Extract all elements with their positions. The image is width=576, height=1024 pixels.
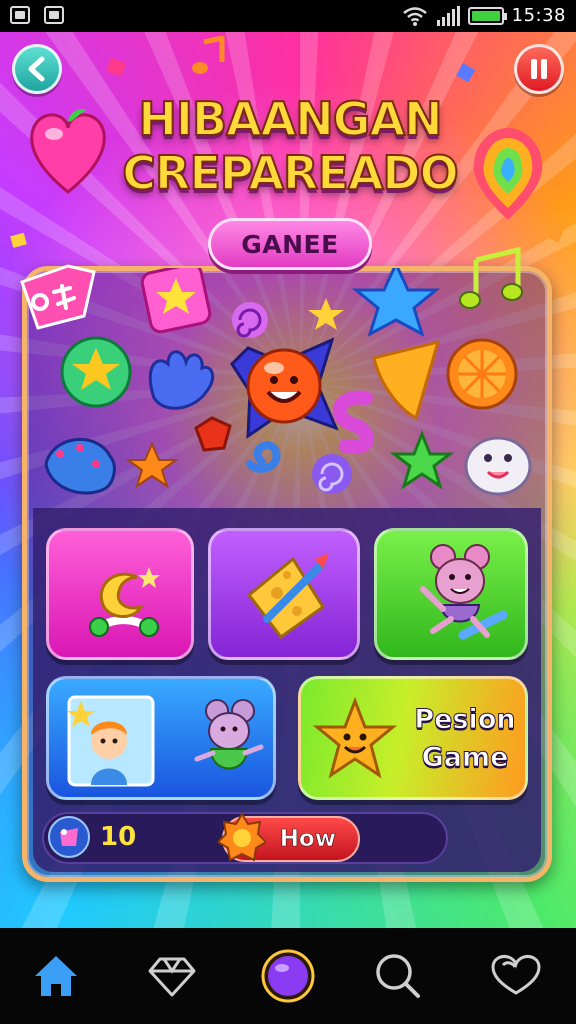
star-block-icon bbox=[140, 268, 212, 334]
menu-card-4[interactable] bbox=[46, 676, 276, 800]
search-icon bbox=[376, 954, 420, 998]
flower-badge-icon bbox=[218, 812, 266, 862]
confetti-icon bbox=[456, 63, 476, 83]
gem-icon bbox=[48, 816, 90, 858]
menu-card-1[interactable] bbox=[46, 528, 194, 660]
cheese-icon bbox=[246, 553, 329, 640]
game-subtitle-pill[interactable]: GANEE bbox=[208, 218, 372, 270]
pesion-game-label: Pesion Game bbox=[405, 701, 525, 777]
game-screen: 15:38 HIBAANGAN CREPAREADO GANEE Pesion … bbox=[0, 0, 576, 1024]
smiling-ball-icon bbox=[230, 337, 339, 439]
title-line-1: HIBAANGAN bbox=[137, 91, 443, 147]
menu-card-3[interactable] bbox=[374, 528, 528, 660]
music-note-icon bbox=[192, 36, 225, 74]
status-time: 15:38 bbox=[511, 5, 566, 26]
game-subtitle: GANEE bbox=[241, 229, 339, 259]
blue-fish-icon bbox=[44, 437, 116, 495]
confetti-icon bbox=[547, 226, 564, 243]
jelly-triangle-icon bbox=[372, 339, 441, 421]
pause-icon bbox=[531, 59, 547, 79]
battery-icon bbox=[467, 6, 507, 25]
nav-orb[interactable] bbox=[258, 946, 318, 1006]
menu-card-2[interactable] bbox=[208, 528, 360, 660]
diamond-icon bbox=[148, 957, 196, 997]
score-value: 10 bbox=[100, 822, 137, 852]
orange-slice-icon bbox=[446, 338, 518, 410]
back-button[interactable] bbox=[12, 44, 62, 94]
nav-search[interactable] bbox=[368, 946, 428, 1006]
bottom-nav bbox=[0, 928, 576, 1024]
characters-icon bbox=[67, 695, 264, 787]
game-title: HIBAANGAN CREPAREADO bbox=[100, 91, 480, 201]
image-icon bbox=[44, 6, 64, 24]
heart-decoration-icon bbox=[30, 109, 106, 194]
pause-button[interactable] bbox=[514, 44, 564, 94]
candy-field bbox=[44, 268, 532, 496]
chevron-left-icon bbox=[28, 56, 45, 82]
orange-star-icon bbox=[124, 441, 180, 489]
nav-heart[interactable] bbox=[486, 946, 546, 1006]
swirl-candy-icon bbox=[232, 302, 268, 338]
star-face-icon bbox=[313, 697, 397, 779]
red-gem-icon bbox=[194, 416, 232, 452]
orb-icon bbox=[261, 949, 315, 1003]
signal-icon bbox=[436, 5, 460, 26]
pesion-game-card[interactable]: Pesion Game bbox=[298, 676, 528, 800]
pink-swirl-icon bbox=[332, 390, 374, 454]
home-icon bbox=[35, 956, 77, 996]
nav-home[interactable] bbox=[26, 946, 86, 1006]
small-star-icon bbox=[308, 298, 344, 330]
gallery-icon bbox=[10, 6, 30, 24]
wifi-icon bbox=[402, 6, 427, 26]
status-bar: 15:38 bbox=[0, 0, 576, 32]
blue-glove-icon bbox=[148, 350, 215, 410]
rainbow-drop-icon bbox=[473, 128, 543, 220]
how-button-label: How bbox=[279, 826, 336, 853]
pesion-game-label-line-1: Pesion bbox=[414, 704, 516, 736]
moon-toy-icon bbox=[89, 567, 160, 637]
tag-icon[interactable] bbox=[14, 262, 100, 330]
confetti-icon bbox=[10, 232, 27, 248]
ghost-face-icon bbox=[464, 436, 532, 496]
title-line-2: CREPAREADO bbox=[121, 145, 459, 201]
blue-star-icon bbox=[351, 268, 441, 338]
blue-swirl-icon bbox=[246, 441, 281, 473]
confetti-icon bbox=[106, 57, 127, 77]
green-ball-icon bbox=[60, 336, 132, 408]
pesion-game-label-line-2: Game bbox=[421, 742, 509, 774]
heart-icon bbox=[491, 955, 541, 995]
nav-diamond[interactable] bbox=[142, 946, 202, 1006]
mouse-icon bbox=[420, 544, 507, 640]
purple-swirl-icon bbox=[312, 454, 352, 494]
green-star-icon bbox=[389, 429, 455, 490]
